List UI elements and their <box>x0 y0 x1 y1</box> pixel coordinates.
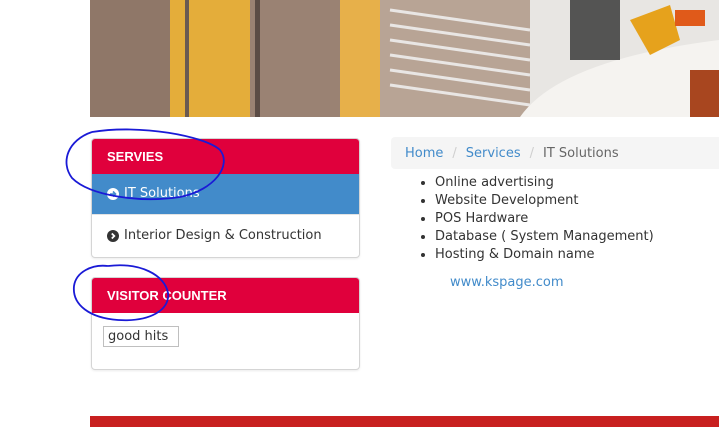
banner-image <box>90 0 719 117</box>
hit-counter-image[interactable]: good hits <box>103 326 179 347</box>
services-panel-heading: SERVIES <box>92 139 359 174</box>
circle-arrow-right-icon <box>107 188 119 200</box>
breadcrumb-home-link[interactable]: Home <box>405 146 443 161</box>
list-item: Database ( System Management) <box>435 228 654 246</box>
sidebar-item-interior-design[interactable]: Interior Design & Construction <box>92 214 359 256</box>
visitor-counter-heading: VISITOR COUNTER <box>92 278 359 313</box>
list-item: POS Hardware <box>435 210 654 228</box>
breadcrumb-separator: / <box>529 145 534 161</box>
visitor-counter-panel: VISITOR COUNTER good hits <box>91 277 360 370</box>
breadcrumb-services-link[interactable]: Services <box>466 146 521 161</box>
services-panel: SERVIES IT Solutions Interior Design & C… <box>91 138 360 258</box>
services-list: Online advertising Website Development P… <box>417 174 654 264</box>
list-item: Online advertising <box>435 174 654 192</box>
hit-counter-alt-text: good hits <box>108 329 169 344</box>
breadcrumb-separator: / <box>452 145 457 161</box>
breadcrumb: Home / Services / IT Solutions <box>391 137 719 169</box>
breadcrumb-current: IT Solutions <box>543 145 619 161</box>
footer-bar <box>90 416 719 427</box>
circle-chevron-right-icon <box>107 229 119 242</box>
sidebar-item-label: IT Solutions <box>124 186 200 201</box>
website-link[interactable]: www.kspage.com <box>450 275 564 290</box>
sidebar-item-it-solutions[interactable]: IT Solutions <box>92 174 359 214</box>
sidebar-item-label: Interior Design & Construction <box>124 227 322 243</box>
list-item: Hosting & Domain name <box>435 246 654 264</box>
list-item: Website Development <box>435 192 654 210</box>
